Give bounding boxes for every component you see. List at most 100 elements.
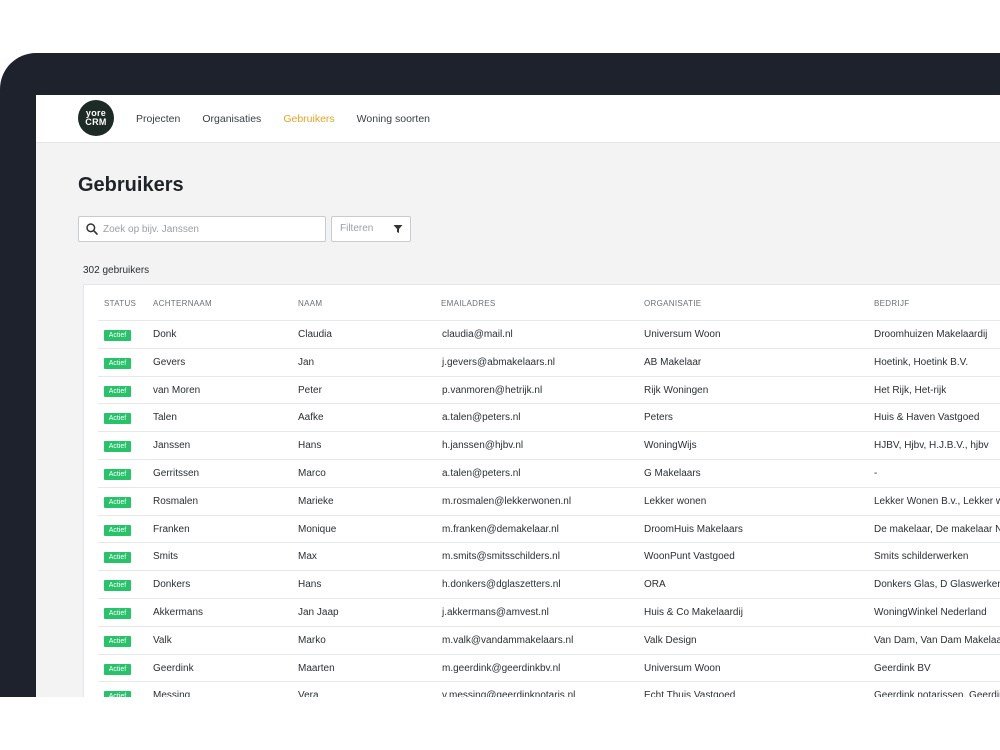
cell-bedrijf: Droomhuizen Makelaardij: [874, 329, 988, 340]
top-navigation: yore CRM Projecten Organisaties Gebruike…: [36, 95, 1000, 143]
cell-organisatie: Rijk Woningen: [644, 384, 709, 396]
cell-email: j.akkermans@amvest.nl: [442, 607, 549, 618]
app-screen: yore CRM Projecten Organisaties Gebruike…: [36, 95, 1000, 697]
cell-naam: Max: [298, 551, 317, 563]
table-row[interactable]: Actief Rosmalen Marieke m.rosmalen@lekkerwo…: [98, 486, 1000, 515]
status-badge: Actief: [104, 552, 131, 564]
table-row[interactable]: Actief Akkermans Jan Jaap j.akkermans@amves…: [98, 598, 1000, 626]
cell-naam: Jan Jaap: [298, 607, 339, 618]
column-header-emailadres[interactable]: EMAILADRES: [441, 299, 496, 308]
table-row[interactable]: Actief Janssen Hans h.janssen@hjbv.nl Woning…: [98, 431, 1000, 459]
status-badge: Actief: [104, 524, 131, 536]
cell-email: h.donkers@dglaszetters.nl: [442, 579, 561, 591]
cell-email: m.geerdink@geerdinkbv.nl: [442, 662, 561, 674]
status-badge: Actief: [104, 608, 131, 619]
cell-organisatie: Universum Woon: [644, 662, 721, 674]
table-row[interactable]: Actief Messing Vera v.messing@geerdinknotar…: [98, 681, 1000, 697]
cell-achternaam: Donk: [153, 329, 177, 340]
table-row[interactable]: Actief Franken Monique m.franken@demakelaar…: [98, 514, 1000, 543]
cell-organisatie: DroomHuis Makelaars: [644, 523, 743, 535]
cell-achternaam: Gerritssen: [153, 468, 200, 479]
column-header-organisatie[interactable]: ORGANISATIE: [644, 299, 701, 308]
search-input[interactable]: [103, 220, 315, 238]
cell-achternaam: Gevers: [153, 356, 186, 368]
status-badge: Actief: [104, 441, 131, 453]
cell-naam: Marco: [298, 468, 326, 479]
nav-link-organisaties[interactable]: Organisaties: [202, 113, 261, 125]
cell-achternaam: Valk: [153, 634, 172, 646]
column-header-bedrijf[interactable]: BEDRIJF: [874, 299, 909, 308]
users-table: STATUS ACHTERNAAM NAAM EMAILADRES ORGANI…: [83, 284, 1000, 697]
status-badge: Actief: [104, 330, 131, 341]
status-badge: Actief: [104, 635, 131, 647]
cell-naam: Marko: [298, 634, 326, 646]
cell-organisatie: G Makelaars: [644, 468, 701, 479]
status-badge: Actief: [104, 357, 131, 369]
column-header-naam[interactable]: NAAM: [298, 299, 322, 308]
cell-organisatie: ORA: [644, 579, 666, 591]
cell-naam: Monique: [298, 523, 337, 535]
status-badge: Actief: [104, 385, 131, 397]
cell-email: j.gevers@abmakelaars.nl: [442, 356, 555, 368]
table-row[interactable]: Actief Valk Marko m.valk@vandammakelaars.nl…: [98, 625, 1000, 654]
cell-bedrijf: De makelaar, De makelaar Ni: [874, 523, 1000, 535]
cell-bedrijf: HJBV, Hjbv, H.J.B.V., hjbv: [874, 440, 989, 452]
table-row[interactable]: Actief Geerdink Maarten m.geerdink@geerdink…: [98, 653, 1000, 682]
logo-text-bottom: CRM: [85, 117, 107, 127]
filter-label: Filteren: [340, 223, 374, 234]
table-row[interactable]: Actief Smits Max m.smits@smitsschilders.nl W…: [98, 542, 1000, 570]
cell-bedrijf: Huis & Haven Vastgoed: [874, 412, 980, 424]
cell-naam: Hans: [298, 579, 322, 591]
table-row[interactable]: Actief Donk Claudia claudia@mail.nl Universu…: [98, 320, 1000, 348]
cell-achternaam: Franken: [153, 523, 190, 535]
cell-bedrijf: Hoetink, Hoetink B.V.: [874, 356, 969, 368]
cell-email: m.smits@smitsschilders.nl: [442, 551, 560, 563]
cell-organisatie: Valk Design: [644, 634, 697, 646]
cell-naam: Aafke: [298, 412, 324, 424]
nav-link-gebruikers[interactable]: Gebruikers: [283, 113, 334, 125]
column-header-achternaam[interactable]: ACHTERNAAM: [153, 299, 212, 308]
status-badge: Actief: [104, 413, 131, 425]
cell-email: h.janssen@hjbv.nl: [442, 440, 524, 452]
table-row[interactable]: Actief Gerritssen Marco a.talen@peters.nl G …: [98, 459, 1000, 487]
filter-dropdown[interactable]: Filteren: [331, 216, 411, 242]
cell-naam: Vera: [298, 690, 319, 697]
cell-organisatie: Lekker wonen: [644, 495, 707, 507]
cell-email: a.talen@peters.nl: [442, 468, 521, 479]
status-badge: Actief: [104, 663, 131, 675]
table-row[interactable]: Actief Gevers Jan j.gevers@abmakelaars.nl AB…: [98, 347, 1000, 376]
cell-achternaam: Janssen: [153, 440, 191, 452]
cell-achternaam: Messing: [153, 690, 191, 697]
status-badge: Actief: [104, 691, 131, 697]
user-count: 302 gebruikers: [83, 265, 150, 276]
cell-naam: Marieke: [298, 495, 334, 507]
cell-bedrijf: Geerdink BV: [874, 662, 931, 674]
table-row[interactable]: Actief Donkers Hans h.donkers@dglaszetters.…: [98, 570, 1000, 598]
cell-email: m.valk@vandammakelaars.nl: [442, 634, 574, 646]
cell-naam: Claudia: [298, 329, 332, 340]
cell-achternaam: van Moren: [153, 384, 201, 396]
cell-email: m.franken@demakelaar.nl: [442, 523, 559, 535]
cell-email: a.talen@peters.nl: [442, 412, 521, 424]
cell-email: v.messing@geerdinknotaris.nl: [442, 690, 576, 697]
cell-bedrijf: Geerdink notarissen, Geerdin: [874, 690, 1000, 697]
search-box[interactable]: [78, 216, 326, 242]
status-badge: Actief: [104, 496, 131, 508]
table-row[interactable]: Actief Talen Aafke a.talen@peters.nl Peters H…: [98, 403, 1000, 431]
filter-icon: [393, 225, 403, 233]
column-header-status[interactable]: STATUS: [104, 299, 136, 308]
status-badge: Actief: [104, 580, 131, 592]
nav-link-projecten[interactable]: Projecten: [136, 113, 180, 125]
cell-bedrijf: WoningWinkel Nederland: [874, 607, 987, 618]
nav-link-woning-soorten[interactable]: Woning soorten: [357, 113, 430, 125]
page-title: Gebruikers: [78, 174, 184, 196]
cell-achternaam: Talen: [153, 412, 177, 424]
logo[interactable]: yore CRM: [78, 100, 114, 136]
cell-naam: Jan: [298, 356, 315, 368]
cell-bedrijf: Het Rijk, Het-rijk: [874, 384, 947, 396]
table-row[interactable]: Actief van Moren Peter p.vanmoren@hetrijk.n…: [98, 375, 1000, 404]
cell-bedrijf: -: [874, 468, 878, 479]
cell-email: p.vanmoren@hetrijk.nl: [442, 384, 543, 396]
cell-naam: Maarten: [298, 662, 335, 674]
cell-organisatie: AB Makelaar: [644, 356, 702, 368]
